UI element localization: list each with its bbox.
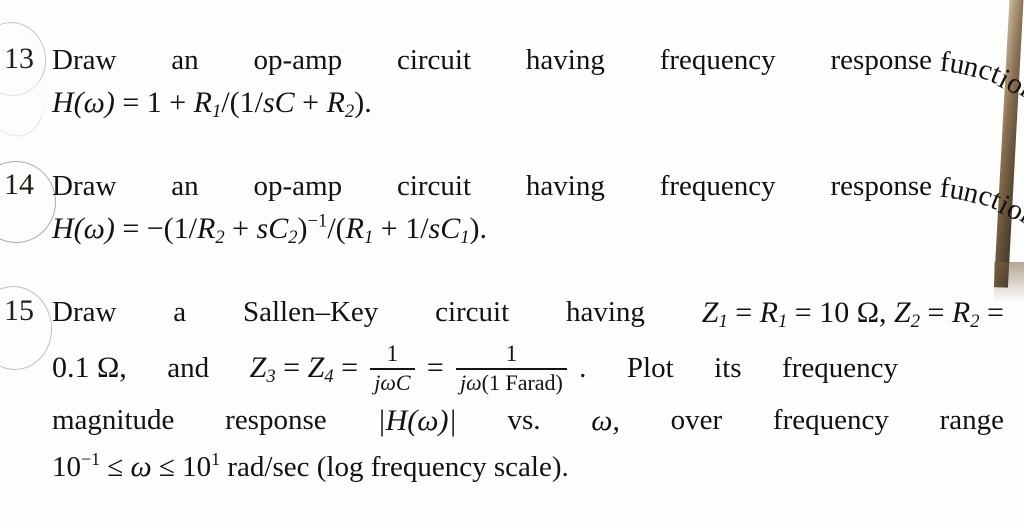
word: response [225, 404, 327, 436]
resistor-value: 0.1 Ω, [52, 350, 127, 384]
fraction-denominator: jωC [374, 369, 411, 395]
word: response [830, 170, 932, 202]
word: op-amp [253, 170, 343, 202]
word: Draw [52, 296, 117, 328]
equation-text: H(ω) = −(1/R2 + sC2)−1/(R1 + 1/sC1). [52, 210, 488, 249]
word: having [525, 44, 605, 76]
problem-14-equation: H(ω) = −(1/R2 + sC2)−1/(R1 + 1/sC1). [52, 212, 1012, 252]
word: circuit [435, 296, 510, 328]
problem-number-14: 14 [4, 168, 34, 201]
word: Draw [52, 44, 117, 76]
cut-off-text-artifact: .... [150, 0, 850, 4]
problem-13-line-1: Draw an op-amp circuit having frequency … [52, 44, 1024, 107]
word: an [171, 170, 199, 202]
fraction-numerator: 1 [386, 341, 399, 366]
problem-15-line-2: 0.1 Ω, and Z3 = Z4 = 1 jωC = 1 jω(1 Fara… [52, 341, 1012, 404]
fraction-1-over-jw-farad: 1 jω(1 Farad) [455, 341, 567, 395]
scanned-page: .... 13 Draw an op-amp circuit having fr… [0, 0, 1024, 526]
word: frequency [782, 351, 898, 384]
word: having [525, 170, 605, 202]
omega-variable: ω, [591, 404, 620, 437]
problem-14-line-1: Draw an op-amp circuit having frequency … [52, 170, 1024, 233]
word: Draw [52, 170, 117, 202]
word: circuit [396, 44, 472, 76]
word: range [939, 404, 1004, 436]
word: frequency [659, 170, 776, 202]
impedance-z3-z4: Z3 = Z4 = [249, 350, 358, 388]
word: response [830, 44, 932, 76]
problem-number-15: 15 [4, 294, 34, 327]
problem-15-line-3: magnitude response |H(ω)| vs. ω, over fr… [52, 404, 1012, 450]
fraction-1-over-jwc: 1 jωC [370, 341, 415, 395]
magnitude-response-math: |H(ω)| [377, 404, 457, 437]
word: having [566, 296, 645, 328]
curved-word-function-13: function [938, 45, 1024, 108]
equation-text: H(ω) = 1 + R1/(1/sC + R2). [52, 86, 372, 123]
word: frequency [659, 44, 776, 76]
word-and: and [167, 351, 210, 384]
word: circuit [396, 170, 472, 202]
fraction-numerator: 1 [505, 341, 518, 366]
problem-15-line-1: Draw a Sallen–Key circuit having Z1 = R1… [52, 296, 1012, 344]
pencil-circle-annotation-13-outer [0, 8, 60, 146]
word: frequency [772, 404, 889, 436]
impedance-values-math: Z1 = R1 = 10 Ω, Z2 = R2 = [701, 296, 1004, 333]
word: vs. [507, 404, 541, 436]
word: op-amp [253, 44, 343, 76]
problem-13-equation: H(ω) = 1 + R1/(1/sC + R2). [52, 86, 1012, 126]
word: its [714, 351, 742, 384]
period: . [579, 351, 587, 384]
problem-number-13: 13 [4, 42, 34, 75]
equals-sign: = [426, 350, 444, 384]
denominator-math: jω [459, 369, 482, 395]
frequency-range-text: 10−1 ≤ ω ≤ 101 rad/sec (log frequency sc… [52, 448, 569, 483]
word: a [173, 296, 187, 328]
word: Sallen–Key [242, 296, 379, 328]
fraction-denominator: jω(1 Farad) [456, 369, 567, 395]
word: magnitude [52, 404, 175, 436]
curved-word-function-14: function [938, 171, 1024, 234]
denominator-unit: (1 Farad) [481, 369, 563, 395]
problem-15-line-4: 10−1 ≤ ω ≤ 101 rad/sec (log frequency sc… [52, 450, 1012, 494]
word: an [171, 44, 199, 76]
word: over [670, 404, 723, 436]
word: Plot [626, 351, 674, 384]
